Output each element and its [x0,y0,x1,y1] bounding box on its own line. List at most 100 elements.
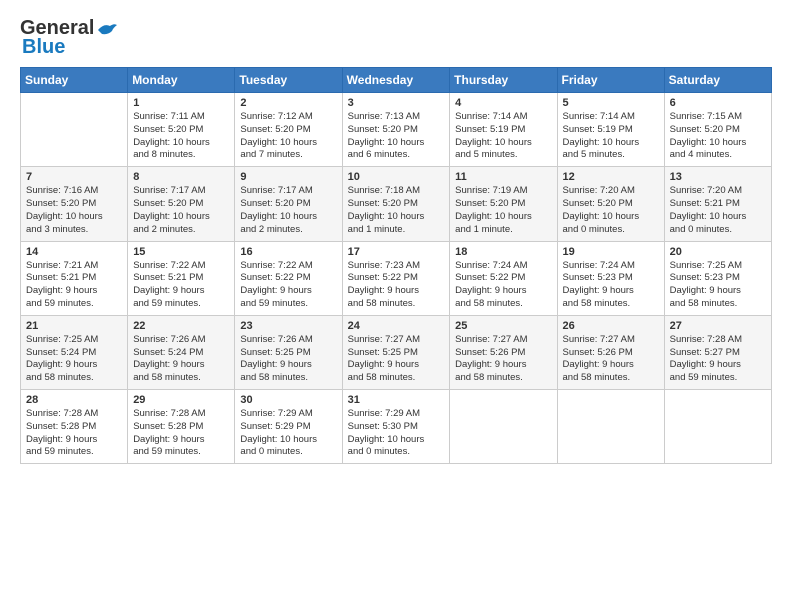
day-number: 23 [240,320,336,332]
logo: General Blue [20,16,118,59]
day-number: 2 [240,97,336,109]
day-info: Sunrise: 7:14 AM Sunset: 5:19 PM Dayligh… [455,111,551,162]
calendar-cell: 8 Sunrise: 7:17 AM Sunset: 5:20 PM Daylig… [128,167,235,241]
day-info: Sunrise: 7:28 AM Sunset: 5:27 PM Dayligh… [670,334,766,385]
day-info: Sunrise: 7:26 AM Sunset: 5:25 PM Dayligh… [240,334,336,385]
day-info: Sunrise: 7:12 AM Sunset: 5:20 PM Dayligh… [240,111,336,162]
day-info: Sunrise: 7:11 AM Sunset: 5:20 PM Dayligh… [133,111,229,162]
logo-bird-icon [96,21,118,39]
day-number: 15 [133,246,229,258]
calendar-cell: 5 Sunrise: 7:14 AM Sunset: 5:19 PM Daylig… [557,93,664,167]
calendar-cell: 7Sunrise: 7:16 AM Sunset: 5:20 PM Daylig… [21,167,128,241]
day-number: 3 [348,97,445,109]
calendar-cell: 14Sunrise: 7:21 AM Sunset: 5:21 PM Dayli… [21,241,128,315]
day-number: 5 [563,97,659,109]
calendar-cell: 9Sunrise: 7:17 AM Sunset: 5:20 PM Daylig… [235,167,342,241]
day-number: 18 [455,246,551,258]
day-number: 29 [133,394,229,406]
day-number: 4 [455,97,551,109]
calendar-cell: 3 Sunrise: 7:13 AM Sunset: 5:20 PM Daylig… [342,93,450,167]
calendar-week-row: 14Sunrise: 7:21 AM Sunset: 5:21 PM Dayli… [21,241,772,315]
calendar-cell: 15 Sunrise: 7:22 AM Sunset: 5:21 PM Dayli… [128,241,235,315]
calendar-cell: 26Sunrise: 7:27 AM Sunset: 5:26 PM Dayli… [557,315,664,389]
calendar-cell: 29Sunrise: 7:28 AM Sunset: 5:28 PM Dayli… [128,390,235,464]
calendar-cell: 19 Sunrise: 7:24 AM Sunset: 5:23 PM Dayli… [557,241,664,315]
calendar-cell: 28 Sunrise: 7:28 AM Sunset: 5:28 PM Dayli… [21,390,128,464]
day-number: 24 [348,320,445,332]
day-info: Sunrise: 7:25 AM Sunset: 5:23 PM Dayligh… [670,260,766,311]
calendar-week-row: 21 Sunrise: 7:25 AM Sunset: 5:24 PM Dayli… [21,315,772,389]
calendar-cell: 20 Sunrise: 7:25 AM Sunset: 5:23 PM Dayli… [664,241,771,315]
day-info: Sunrise: 7:27 AM Sunset: 5:25 PM Dayligh… [348,334,445,385]
calendar-header-monday: Monday [128,68,235,93]
calendar-cell: 12Sunrise: 7:20 AM Sunset: 5:20 PM Dayli… [557,167,664,241]
calendar-cell: 22 Sunrise: 7:26 AM Sunset: 5:24 PM Dayli… [128,315,235,389]
calendar-header-row: SundayMondayTuesdayWednesdayThursdayFrid… [21,68,772,93]
calendar-header-friday: Friday [557,68,664,93]
day-number: 13 [670,171,766,183]
calendar-cell: 4 Sunrise: 7:14 AM Sunset: 5:19 PM Daylig… [450,93,557,167]
calendar-cell: 6Sunrise: 7:15 AM Sunset: 5:20 PM Daylig… [664,93,771,167]
day-number: 27 [670,320,766,332]
day-number: 28 [26,394,122,406]
day-info: Sunrise: 7:24 AM Sunset: 5:23 PM Dayligh… [563,260,659,311]
day-info: Sunrise: 7:22 AM Sunset: 5:21 PM Dayligh… [133,260,229,311]
day-info: Sunrise: 7:28 AM Sunset: 5:28 PM Dayligh… [26,408,122,459]
day-info: Sunrise: 7:23 AM Sunset: 5:22 PM Dayligh… [348,260,445,311]
header: General Blue [20,16,772,59]
calendar-cell [557,390,664,464]
day-info: Sunrise: 7:22 AM Sunset: 5:22 PM Dayligh… [240,260,336,311]
day-info: Sunrise: 7:25 AM Sunset: 5:24 PM Dayligh… [26,334,122,385]
day-number: 6 [670,97,766,109]
logo-blue-text: Blue [20,36,65,59]
calendar-cell: 16 Sunrise: 7:22 AM Sunset: 5:22 PM Dayli… [235,241,342,315]
calendar-cell: 30 Sunrise: 7:29 AM Sunset: 5:29 PM Dayli… [235,390,342,464]
calendar-cell: 18 Sunrise: 7:24 AM Sunset: 5:22 PM Dayli… [450,241,557,315]
day-number: 19 [563,246,659,258]
day-number: 31 [348,394,445,406]
calendar-cell: 10 Sunrise: 7:18 AM Sunset: 5:20 PM Dayli… [342,167,450,241]
calendar-cell: 23 Sunrise: 7:26 AM Sunset: 5:25 PM Dayli… [235,315,342,389]
day-number: 11 [455,171,551,183]
calendar-cell: 24 Sunrise: 7:27 AM Sunset: 5:25 PM Dayli… [342,315,450,389]
day-info: Sunrise: 7:18 AM Sunset: 5:20 PM Dayligh… [348,185,445,236]
day-number: 10 [348,171,445,183]
day-info: Sunrise: 7:29 AM Sunset: 5:29 PM Dayligh… [240,408,336,459]
day-info: Sunrise: 7:17 AM Sunset: 5:20 PM Dayligh… [133,185,229,236]
calendar-cell: 17 Sunrise: 7:23 AM Sunset: 5:22 PM Dayli… [342,241,450,315]
calendar-cell: 2 Sunrise: 7:12 AM Sunset: 5:20 PM Daylig… [235,93,342,167]
day-number: 20 [670,246,766,258]
day-number: 16 [240,246,336,258]
calendar-header-thursday: Thursday [450,68,557,93]
day-info: Sunrise: 7:20 AM Sunset: 5:21 PM Dayligh… [670,185,766,236]
day-number: 17 [348,246,445,258]
day-info: Sunrise: 7:16 AM Sunset: 5:20 PM Dayligh… [26,185,122,236]
calendar-header-saturday: Saturday [664,68,771,93]
day-number: 14 [26,246,122,258]
calendar-header-tuesday: Tuesday [235,68,342,93]
day-info: Sunrise: 7:26 AM Sunset: 5:24 PM Dayligh… [133,334,229,385]
calendar-cell [21,93,128,167]
day-number: 25 [455,320,551,332]
day-info: Sunrise: 7:27 AM Sunset: 5:26 PM Dayligh… [563,334,659,385]
day-number: 9 [240,171,336,183]
day-info: Sunrise: 7:13 AM Sunset: 5:20 PM Dayligh… [348,111,445,162]
calendar-cell [450,390,557,464]
calendar-header-sunday: Sunday [21,68,128,93]
day-info: Sunrise: 7:24 AM Sunset: 5:22 PM Dayligh… [455,260,551,311]
calendar-cell [664,390,771,464]
page-container: General Blue SundayMondayTuesdayWednesda… [0,0,792,474]
day-info: Sunrise: 7:14 AM Sunset: 5:19 PM Dayligh… [563,111,659,162]
calendar-week-row: 1Sunrise: 7:11 AM Sunset: 5:20 PM Daylig… [21,93,772,167]
calendar-cell: 13 Sunrise: 7:20 AM Sunset: 5:21 PM Dayli… [664,167,771,241]
day-number: 21 [26,320,122,332]
day-number: 8 [133,171,229,183]
calendar-cell: 21 Sunrise: 7:25 AM Sunset: 5:24 PM Dayli… [21,315,128,389]
calendar-cell: 1Sunrise: 7:11 AM Sunset: 5:20 PM Daylig… [128,93,235,167]
day-info: Sunrise: 7:20 AM Sunset: 5:20 PM Dayligh… [563,185,659,236]
calendar-table: SundayMondayTuesdayWednesdayThursdayFrid… [20,67,772,464]
calendar-cell: 25Sunrise: 7:27 AM Sunset: 5:26 PM Dayli… [450,315,557,389]
day-number: 30 [240,394,336,406]
day-number: 22 [133,320,229,332]
calendar-cell: 27 Sunrise: 7:28 AM Sunset: 5:27 PM Dayli… [664,315,771,389]
